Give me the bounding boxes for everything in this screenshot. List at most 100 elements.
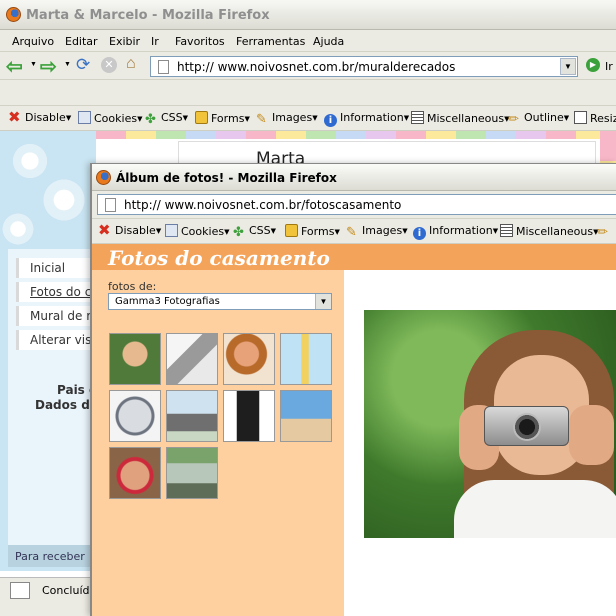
front-cookies-menu[interactable]: Cookies▼ [165, 224, 229, 238]
sidebar-item-inicial[interactable]: Inicial [16, 258, 96, 278]
photographer-select-value: Gamma3 Fotografias [115, 296, 220, 307]
miscellaneous-icon [500, 224, 513, 237]
back-menubar: Arquivo Editar Exibir Ir Favoritos Ferra… [0, 30, 616, 52]
select-dropdown-icon[interactable]: ▼ [315, 294, 331, 309]
menu-ir[interactable]: Ir [151, 35, 159, 48]
album-header: Fotos do casamento [92, 244, 616, 270]
back-images-menu[interactable]: ✎ Images▼ [256, 111, 318, 127]
front-css-menu[interactable]: ✤ CSS▼ [233, 224, 276, 240]
bus-stop-thumb[interactable] [166, 447, 218, 499]
back-images-label: Images [272, 111, 313, 124]
back-outline-menu[interactable]: ✏ Outline▼ [508, 111, 569, 127]
css-icon: ✤ [145, 112, 156, 127]
back-dropdown-icon[interactable]: ▼ [30, 61, 37, 68]
flower-decoration [10, 141, 50, 181]
back-misc-menu[interactable]: Miscellaneous▼ [411, 111, 510, 125]
pastel-stripes [96, 131, 616, 139]
sidebar-item-alterar[interactable]: Alterar vis [16, 330, 96, 350]
menu-favoritos[interactable]: Favoritos [175, 35, 225, 48]
forward-arrow-icon[interactable]: ⇨ [40, 54, 57, 79]
computer-mouse-thumb[interactable] [109, 390, 161, 442]
speaker-thumb[interactable] [223, 390, 275, 442]
menu-ajuda[interactable]: Ajuda [313, 35, 344, 48]
images-icon: ✎ [256, 112, 267, 127]
front-window-titlebar: Álbum de fotos! - Mozilla Firefox [92, 164, 616, 191]
back-empty-toolbar [0, 80, 616, 106]
elephant-thumb[interactable] [166, 390, 218, 442]
page-icon [105, 198, 116, 212]
lifeguard-tower-thumb[interactable] [280, 333, 332, 385]
forms-lock-icon [195, 111, 208, 124]
front-information-label: Information [429, 224, 493, 237]
front-window: Álbum de fotos! - Mozilla Firefox http:/… [90, 163, 616, 616]
back-arrow-icon[interactable]: ⇦ [6, 54, 23, 79]
front-css-label: CSS [249, 224, 271, 237]
front-forms-label: Forms [301, 225, 335, 238]
menu-ferramentas[interactable]: Ferramentas [236, 35, 305, 48]
back-css-label: CSS [161, 111, 183, 124]
photographer-select[interactable]: Gamma3 Fotografias ▼ [108, 293, 332, 310]
face-paint-thumb[interactable] [109, 447, 161, 499]
cookies-icon [78, 111, 91, 124]
woman-camera-thumb[interactable] [109, 333, 161, 385]
beach-man-thumb[interactable] [280, 390, 332, 442]
photo-hand-right [569, 405, 614, 465]
menu-exibir[interactable]: Exibir [109, 35, 140, 48]
back-url-field[interactable]: http:// www.noivosnet.com.br/muraldereca… [150, 56, 578, 77]
back-disable-menu[interactable]: ✖ Disable▼ [8, 108, 71, 126]
reload-icon[interactable]: ⟳ [76, 55, 90, 75]
front-disable-menu[interactable]: ✖ Disable▼ [98, 223, 161, 238]
front-misc-menu[interactable]: Miscellaneous▼ [500, 224, 599, 238]
back-forms-menu[interactable]: Forms▼ [195, 111, 250, 125]
front-disable-label: Disable [115, 224, 156, 237]
front-images-menu[interactable]: ✎ Images▼ [346, 224, 408, 240]
disable-icon: ✖ [8, 108, 21, 126]
home-icon[interactable]: ⌂ [126, 55, 136, 73]
album-heading: Fotos do casamento [108, 246, 330, 270]
back-cookies-label: Cookies [94, 112, 138, 125]
menu-editar[interactable]: Editar [65, 35, 98, 48]
front-outline-icon[interactable]: ✏ [597, 224, 613, 240]
grater-thumb[interactable] [166, 333, 218, 385]
back-information-label: Information [340, 111, 404, 124]
back-webdev-toolbar: ✖ Disable▼ Cookies▼ ✤ CSS▼ Forms▼ ✎ Images▼… [0, 106, 616, 131]
front-forms-menu[interactable]: Forms▼ [285, 224, 340, 238]
back-forms-label: Forms [211, 112, 245, 125]
information-icon: i [413, 227, 426, 240]
outline-icon: ✏ [597, 225, 608, 240]
page-icon [158, 60, 169, 74]
front-url-field[interactable]: http:// www.noivosnet.com.br/fotoscasame… [97, 194, 616, 215]
resize-icon [574, 111, 587, 124]
back-information-menu[interactable]: i Information▼ [324, 111, 409, 127]
back-window-titlebar: Marta & Marcelo - Mozilla Firefox [0, 0, 616, 30]
back-misc-label: Miscellaneous [427, 112, 505, 125]
camera-icon [484, 406, 569, 446]
miscellaneous-icon [411, 111, 424, 124]
woman-portrait-thumb[interactable] [223, 333, 275, 385]
url-dropdown-icon[interactable]: ▼ [560, 58, 576, 75]
outline-icon: ✏ [508, 112, 519, 127]
forms-lock-icon [285, 224, 298, 237]
front-navbar: http:// www.noivosnet.com.br/fotoscasame… [92, 191, 616, 219]
cookies-icon [165, 224, 178, 237]
album-left-panel [92, 270, 344, 616]
back-cookies-menu[interactable]: Cookies▼ [78, 111, 142, 125]
dados-label: Dados da [35, 398, 98, 412]
menu-arquivo[interactable]: Arquivo [12, 35, 54, 48]
forward-dropdown-icon[interactable]: ▼ [64, 61, 71, 68]
main-photo[interactable] [364, 310, 616, 538]
information-icon: i [324, 114, 337, 127]
back-css-menu[interactable]: ✤ CSS▼ [145, 111, 188, 127]
back-window-title: Marta & Marcelo - Mozilla Firefox [26, 8, 270, 23]
select-label: fotos de: [108, 280, 157, 293]
back-disable-label: Disable [25, 111, 66, 124]
go-label[interactable]: Ir [605, 60, 613, 73]
stop-icon[interactable]: ✕ [101, 57, 117, 73]
front-information-menu[interactable]: i Information▼ [413, 224, 498, 240]
go-icon[interactable]: ▶ [586, 58, 600, 72]
status-icon [10, 582, 30, 599]
sidebar-item-mural[interactable]: Mural de r [16, 306, 96, 326]
back-resize-menu[interactable]: Resiz [574, 111, 616, 125]
firefox-logo-icon [6, 7, 21, 22]
sidebar-item-fotos[interactable]: Fotos do c [16, 282, 96, 302]
